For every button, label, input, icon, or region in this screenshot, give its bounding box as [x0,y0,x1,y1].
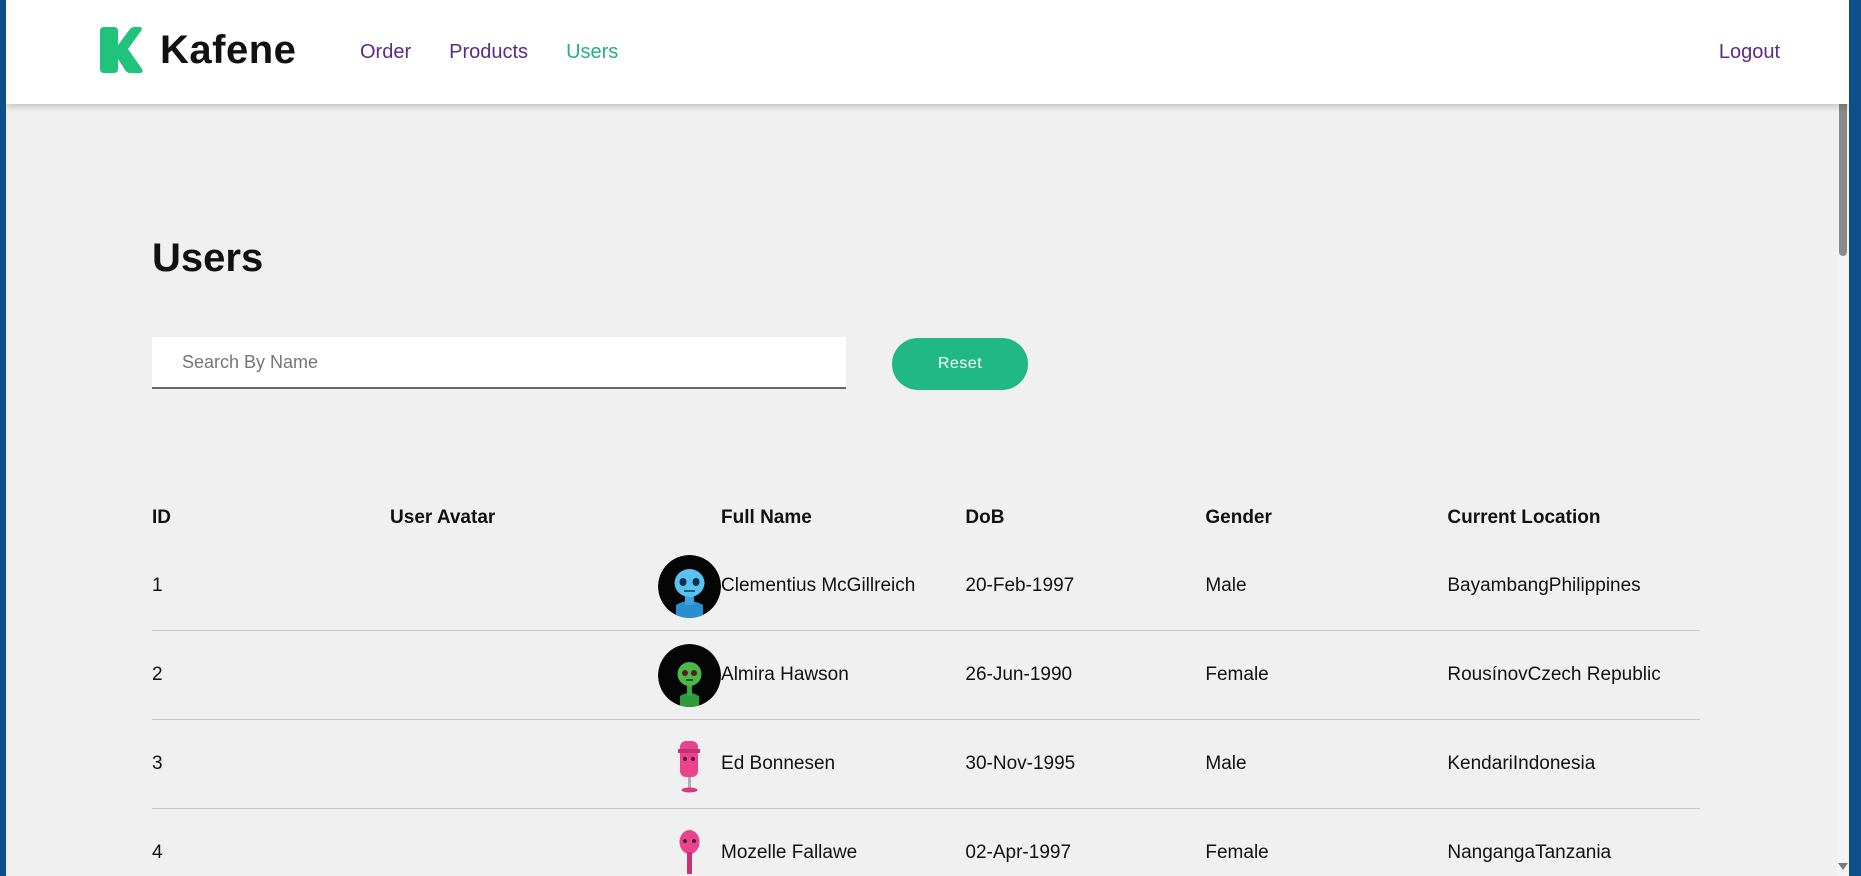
user-dob: 20-Feb-1997 [965,542,1206,631]
user-id: 2 [152,630,391,720]
user-location: NangangaTanzania [1447,808,1700,876]
user-location: RousínovCzech Republic [1447,630,1700,720]
user-gender: Female [1205,808,1448,876]
brand-name: Kafene [160,28,297,72]
column-header-avatar: User Avatar [390,507,496,528]
table-row[interactable]: 1 Clementius McGillreich 20-Feb-1997 Mal… [152,542,1700,631]
user-id: 3 [152,719,391,809]
user-avatar-cell [390,719,722,809]
nav-order-link[interactable]: Order [360,38,411,66]
nav-products-link[interactable]: Products [449,38,528,66]
table-row[interactable]: 3 Ed Bonnesen 30-Nov-1995 Male KendariIn… [152,719,1700,809]
user-dob: 02-Apr-1997 [965,808,1206,876]
user-avatar-cell [390,542,722,631]
brand[interactable]: Kafene [98,24,296,76]
column-header-gender: Gender [1205,507,1272,528]
users-table: ID User Avatar Full Name DoB Gender Curr… [152,494,1700,876]
user-dob: 26-Jun-1990 [965,630,1206,720]
table-header-row: ID User Avatar Full Name DoB Gender Curr… [152,494,1700,542]
logout-link[interactable]: Logout [1719,38,1780,66]
user-gender: Male [1205,719,1448,809]
column-header-full-name: Full Name [721,507,812,528]
browser-viewport: Kafene Order Products Users Logout Users… [6,0,1849,876]
user-full-name: Almira Hawson [721,630,966,720]
search-input[interactable] [152,337,846,389]
user-dob: 30-Nov-1995 [965,719,1206,809]
pink-robot-avatar-icon [658,733,721,796]
user-id: 1 [152,542,391,631]
user-gender: Female [1205,630,1448,720]
green-robot-avatar-icon [658,643,722,707]
user-location: KendariIndonesia [1447,719,1700,809]
pink-robot-avatar-icon [658,822,721,876]
page-title: Users [152,236,264,280]
user-full-name: Clementius McGillreich [721,542,966,631]
column-header-id: ID [152,507,171,528]
vertical-scrollbar[interactable] [1837,0,1849,876]
user-id: 4 [152,808,391,876]
scroll-down-arrow-icon[interactable] [1838,863,1848,870]
column-header-dob: DoB [965,507,1005,528]
user-gender: Male [1205,542,1448,631]
blue-robot-avatar-icon [658,554,722,618]
top-navbar: Kafene Order Products Users Logout [6,0,1849,104]
user-full-name: Ed Bonnesen [721,719,966,809]
table-row[interactable]: 4 Mozelle Fallawe 02-Apr-1997 Female Nan… [152,808,1700,876]
column-header-location: Current Location [1447,507,1601,528]
user-avatar-cell [390,808,722,876]
user-full-name: Mozelle Fallawe [721,808,966,876]
user-location: BayambangPhilippines [1447,542,1700,631]
nav-users-link[interactable]: Users [566,38,618,66]
kafene-logo-icon [98,25,144,75]
reset-button[interactable]: Reset [892,338,1028,390]
table-row[interactable]: 2 Almira Hawson 26-Jun-1990 Female Rousí… [152,630,1700,720]
user-avatar-cell [390,630,722,720]
main-nav: Order Products Users [360,38,618,66]
